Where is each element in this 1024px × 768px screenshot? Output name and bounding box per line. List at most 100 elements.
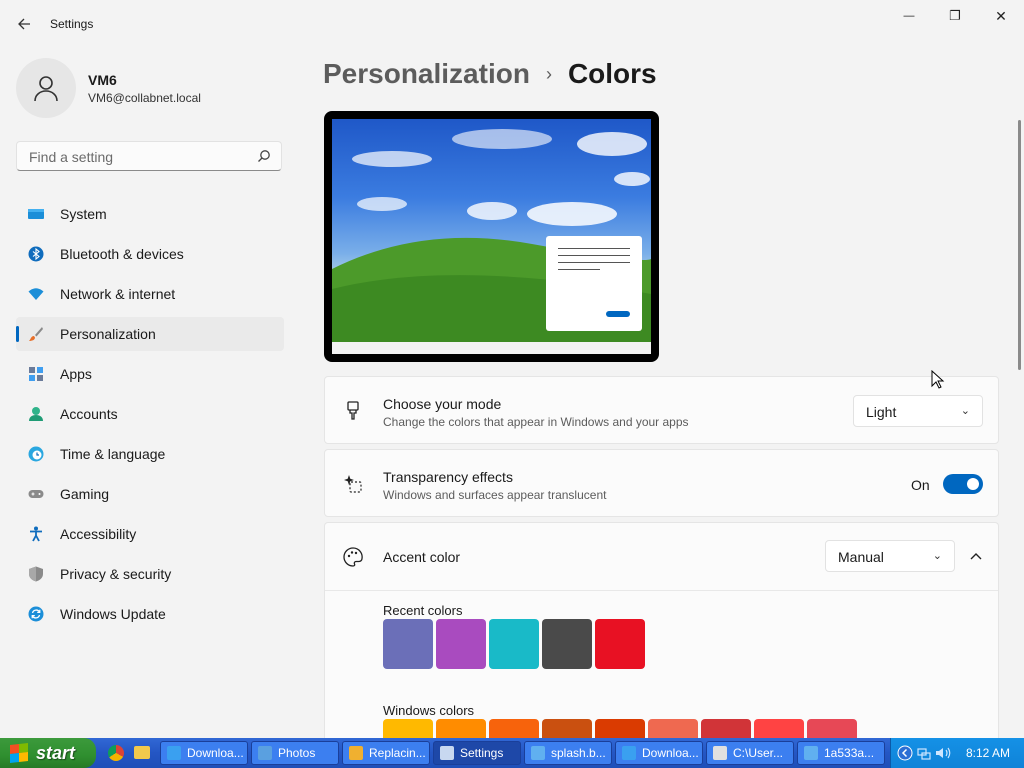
windows-color-swatch[interactable] <box>595 719 645 739</box>
search-icon[interactable] <box>257 149 271 166</box>
sidebar-item-label: Network & internet <box>60 286 176 302</box>
taskbar-button[interactable]: Downloa... <box>615 741 703 765</box>
transparency-state-label: On <box>911 477 930 493</box>
chevron-down-icon: ⌄ <box>932 550 942 562</box>
sidebar-item-label: Accessibility <box>60 526 137 542</box>
taskbar-button[interactable]: C:\User... <box>706 741 794 765</box>
accent-title: Accent color <box>383 549 461 565</box>
title-bar <box>0 0 1024 48</box>
taskbar-button[interactable]: 1a533a... <box>797 741 885 765</box>
chevron-up-icon <box>970 553 982 560</box>
folder-quicklaunch-icon[interactable] <box>134 746 150 759</box>
sidebar-item-personalization[interactable]: Personalization <box>16 317 284 351</box>
search-box[interactable] <box>16 141 282 171</box>
apps-icon <box>28 366 44 382</box>
taskbar-clock[interactable]: 8:12 AM <box>966 746 1010 760</box>
user-name: VM6 <box>88 72 117 88</box>
maximize-button[interactable]: ❐ <box>932 0 978 32</box>
taskbar-button[interactable]: splash.b... <box>524 741 612 765</box>
recent-color-swatch[interactable] <box>383 619 433 669</box>
mode-dropdown-value: Light <box>866 404 897 420</box>
avatar[interactable] <box>16 58 76 118</box>
recent-color-swatch[interactable] <box>595 619 645 669</box>
palette-icon <box>343 547 363 567</box>
sidebar-item-gaming[interactable]: Gaming <box>16 477 284 511</box>
shield-icon <box>28 566 44 582</box>
windows-color-swatch[interactable] <box>701 719 751 739</box>
taskbar-button[interactable]: Photos <box>251 741 339 765</box>
mode-subtitle: Change the colors that appear in Windows… <box>383 415 689 429</box>
taskbar-button-label: Replacin... <box>369 746 426 760</box>
collapse-accent-button[interactable] <box>961 541 991 571</box>
app-icon <box>531 746 545 760</box>
windows-color-swatch[interactable] <box>542 719 592 739</box>
sidebar-item-apps[interactable]: Apps <box>16 357 284 391</box>
accent-dropdown[interactable]: Manual ⌄ <box>825 540 955 572</box>
windows-color-swatch[interactable] <box>489 719 539 739</box>
sidebar-item-bluetooth-devices[interactable]: Bluetooth & devices <box>16 237 284 271</box>
user-icon <box>34 76 58 102</box>
windows-flag-icon <box>10 743 28 763</box>
windows-color-swatch[interactable] <box>754 719 804 739</box>
start-button[interactable]: start <box>0 738 96 768</box>
sidebar-item-label: Personalization <box>60 326 156 342</box>
accessibility-icon <box>28 526 44 542</box>
active-indicator <box>16 326 19 342</box>
sidebar-item-system[interactable]: System <box>16 197 284 231</box>
mode-dropdown[interactable]: Light ⌄ <box>853 395 983 427</box>
tray-expand-icon[interactable] <box>897 745 913 761</box>
transparency-title: Transparency effects <box>383 469 513 485</box>
taskbar-button[interactable]: Settings <box>433 741 521 765</box>
sidebar-item-privacy-security[interactable]: Privacy & security <box>16 557 284 591</box>
minimize-button[interactable]: — <box>886 0 932 32</box>
wifi-icon <box>28 286 44 302</box>
volume-tray-icon[interactable] <box>935 746 951 760</box>
back-button[interactable] <box>12 12 36 36</box>
app-icon <box>622 746 636 760</box>
windows-color-swatch[interactable] <box>807 719 857 739</box>
sidebar-item-time-language[interactable]: Time & language <box>16 437 284 471</box>
sidebar-item-windows-update[interactable]: Windows Update <box>16 597 284 631</box>
sidebar-item-label: Bluetooth & devices <box>60 246 184 262</box>
wallpaper-preview <box>332 119 651 342</box>
network-tray-icon[interactable] <box>917 746 931 760</box>
sidebar-item-label: Windows Update <box>60 606 166 622</box>
close-icon: ✕ <box>995 7 1007 24</box>
windows-color-swatch[interactable] <box>436 719 486 739</box>
sidebar-item-accessibility[interactable]: Accessibility <box>16 517 284 551</box>
chrome-quicklaunch-icon[interactable] <box>108 745 124 761</box>
breadcrumb: Personalization › Colors <box>323 58 657 90</box>
recent-color-swatch[interactable] <box>436 619 486 669</box>
restore-icon: ❐ <box>949 8 961 23</box>
windows-color-swatch[interactable] <box>383 719 433 739</box>
sparkle-icon <box>343 474 363 494</box>
app-icon <box>440 746 454 760</box>
recent-colors-label: Recent colors <box>383 603 463 618</box>
search-input[interactable] <box>27 148 251 166</box>
sample-button-preview <box>606 311 630 317</box>
mode-title: Choose your mode <box>383 396 502 412</box>
sidebar-item-accounts[interactable]: Accounts <box>16 397 284 431</box>
app-icon <box>258 746 272 760</box>
breadcrumb-parent[interactable]: Personalization <box>323 58 530 90</box>
app-icon <box>713 746 727 760</box>
close-button[interactable]: ✕ <box>978 0 1024 32</box>
sample-window-preview <box>546 236 642 331</box>
recent-color-swatch[interactable] <box>542 619 592 669</box>
monitor-icon <box>28 206 44 222</box>
taskbar-button[interactable]: Replacin... <box>342 741 430 765</box>
taskbar-button[interactable]: Downloa... <box>160 741 248 765</box>
person-icon <box>28 406 44 422</box>
transparency-subtitle: Windows and surfaces appear translucent <box>383 488 607 502</box>
scrollbar-thumb[interactable] <box>1018 120 1021 370</box>
mode-card: Choose your mode Change the colors that … <box>324 376 999 444</box>
transparency-toggle[interactable] <box>943 474 983 494</box>
window-title: Settings <box>50 17 94 31</box>
sidebar-item-network-internet[interactable]: Network & internet <box>16 277 284 311</box>
globe-clock-icon <box>28 446 44 462</box>
recent-color-swatch[interactable] <box>489 619 539 669</box>
brush-icon <box>28 326 44 342</box>
breadcrumb-separator-icon: › <box>545 63 552 84</box>
windows-color-swatch[interactable] <box>648 719 698 739</box>
taskbar-button-label: Photos <box>278 746 316 760</box>
